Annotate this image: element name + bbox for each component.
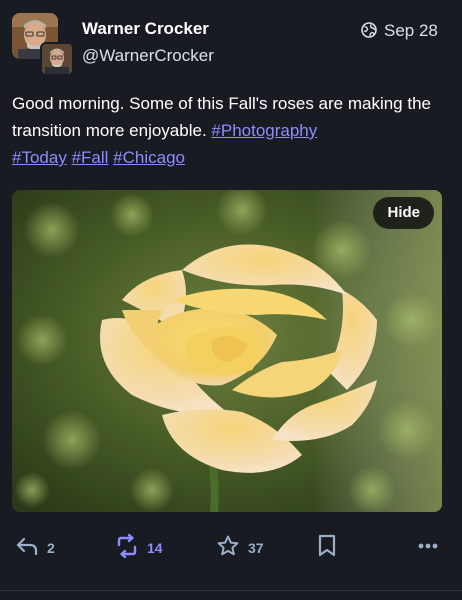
favourite-button[interactable]: 37 xyxy=(216,535,264,561)
favourite-count: 37 xyxy=(248,540,264,556)
globe-icon xyxy=(361,22,377,38)
rose-photo[interactable] xyxy=(12,190,442,512)
more-icon xyxy=(416,534,440,563)
reply-count: 2 xyxy=(47,540,55,556)
bookmark-button[interactable] xyxy=(316,534,338,563)
hashtag-today[interactable]: #Today xyxy=(12,148,67,167)
author-display-name[interactable]: Warner Crocker xyxy=(82,19,209,39)
boost-button[interactable]: 14 xyxy=(115,533,163,563)
bookmark-icon xyxy=(316,534,338,563)
media-attachment[interactable]: Hide xyxy=(12,190,442,512)
more-button[interactable] xyxy=(416,535,440,561)
hashtag-fall[interactable]: #Fall xyxy=(72,148,109,167)
avatar-group[interactable] xyxy=(12,13,74,76)
boost-count: 14 xyxy=(147,540,163,556)
hashtag-photography[interactable]: #Photography xyxy=(211,121,317,140)
hashtag-chicago[interactable]: #Chicago xyxy=(113,148,185,167)
status-post: Warner Crocker @WarnerCrocker Sep 28 Goo… xyxy=(0,0,462,600)
reply-icon xyxy=(15,536,39,561)
avatar-secondary[interactable] xyxy=(40,42,74,76)
status-content: Good morning. Some of this Fall's roses … xyxy=(12,90,452,171)
author-handle[interactable]: @WarnerCrocker xyxy=(82,46,214,66)
star-icon xyxy=(216,534,240,563)
post-date[interactable]: Sep 28 xyxy=(384,21,438,41)
reply-button[interactable]: 2 xyxy=(15,535,55,561)
divider xyxy=(0,590,462,591)
boost-icon xyxy=(115,533,139,563)
hide-media-button[interactable]: Hide xyxy=(373,197,434,229)
